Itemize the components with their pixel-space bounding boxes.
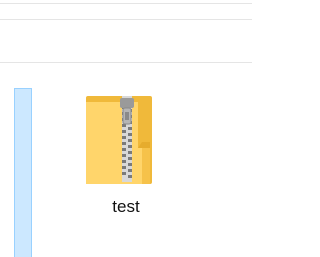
explorer-view: test [0, 0, 252, 257]
file-item-test[interactable]: test [84, 92, 172, 224]
toolbar-divider [0, 3, 252, 4]
zip-folder-icon [86, 96, 152, 184]
navigation-pane-selection[interactable] [14, 88, 32, 257]
file-name-label: test [112, 197, 140, 216]
header-divider [0, 62, 252, 63]
toolbar-divider [0, 19, 252, 20]
